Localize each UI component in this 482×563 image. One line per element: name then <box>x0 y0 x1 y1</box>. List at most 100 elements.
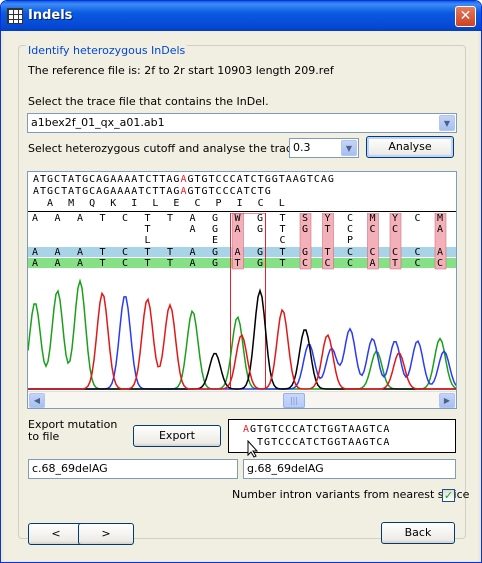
base-call-row4: G <box>302 247 308 258</box>
base-call-row5: C <box>415 258 421 269</box>
sample-seq-end: GTGTCCCATCTG <box>187 186 272 197</box>
base-call-row1: C <box>347 213 353 224</box>
base-call-row4: A <box>55 247 61 258</box>
window-title: Indels <box>28 8 73 23</box>
base-call-row5: T <box>145 258 151 269</box>
previous-button[interactable]: < <box>28 523 84 545</box>
base-call-row4: T <box>145 247 151 258</box>
base-call-row2: A <box>437 224 443 235</box>
base-call-row1: A <box>190 213 196 224</box>
export-button[interactable]: Export <box>133 425 221 447</box>
cutoff-label: Select heterozygous cutoff and analyse t… <box>28 142 323 155</box>
title-bar: Indels ✕ <box>1 1 481 31</box>
base-call-row2: G <box>302 224 308 235</box>
base-call-row5: T <box>100 258 106 269</box>
base-call-row2: G <box>257 224 263 235</box>
mutation-seq-rest: GTGTCCCATCTGGTAAGTCA <box>250 424 391 435</box>
base-call-row4: G <box>257 247 263 258</box>
base-call-row5: G <box>257 258 263 269</box>
base-call-row3: P <box>347 235 353 246</box>
base-call-row1: G <box>257 213 263 224</box>
mouse-pointer-icon <box>247 440 259 458</box>
base-call-row2: T <box>325 224 331 235</box>
indels-window: Indels ✕ Identify heterozygous InDels Th… <box>0 0 482 563</box>
base-call-row4: A <box>32 247 38 258</box>
base-call-row5: A <box>370 258 376 269</box>
base-call-row4: T <box>280 247 286 258</box>
base-call-row5: T <box>392 258 398 269</box>
base-call-row4: A <box>77 247 83 258</box>
trace-plot: AAAAAAAAATTTCCCTTLTTTTTAAAAGGEGGWAATGGGG… <box>28 212 456 390</box>
g-notation-field[interactable]: g.68_69delAG <box>243 459 456 479</box>
next-button[interactable]: > <box>78 523 134 545</box>
chromatogram-viewer[interactable]: ATGCTATGCAGAAAATCTTAGAGTGTCCCATCTGGTAAGT… <box>27 171 457 409</box>
translation-line: A M Q K I L E C P I C L <box>33 198 286 209</box>
base-call-row4: C <box>415 247 421 258</box>
intron-label: Number intron variants from nearest spli… <box>232 488 470 501</box>
base-call-row4: A <box>235 247 241 258</box>
chevron-down-icon[interactable]: ▼ <box>341 140 357 156</box>
base-call-row5: C <box>302 258 308 269</box>
base-call-row4: C <box>392 247 398 258</box>
base-call-row5: A <box>55 258 61 269</box>
base-call-row4: T <box>100 247 106 258</box>
trace-file-value: a1bex2f_01_qx_a01.ab1 <box>31 116 165 129</box>
analyse-button[interactable]: Analyse <box>366 136 454 158</box>
scroll-left-icon[interactable]: ◀ <box>29 393 45 408</box>
base-call-row1: C <box>415 213 421 224</box>
trace-select-label: Select the trace file that contains the … <box>28 95 269 108</box>
trace-file-dropdown[interactable]: a1bex2f_01_qx_a01.ab1 ▼ <box>27 113 457 133</box>
base-call-row3: C <box>280 235 286 246</box>
base-call-row1: T <box>145 213 151 224</box>
mutation-mark: A <box>243 424 251 435</box>
base-call-row2: G <box>212 224 218 235</box>
sample-seq-start: ATGCTATGCAGAAAATCTTAG <box>33 186 181 197</box>
base-call-row5: T <box>167 258 173 269</box>
sample-sequence: ATGCTATGCAGAAAATCTTAGAGTGTCCCATCTG <box>33 186 272 197</box>
sequence-header: ATGCTATGCAGAAAATCTTAGAGTGTCCCATCTGGTAAGT… <box>28 172 456 212</box>
ref-seq-end: GTGTCCCATCTGGTAAGTCAG <box>187 174 335 185</box>
base-call-row5: C <box>122 258 128 269</box>
base-call-row1: T <box>167 213 173 224</box>
base-call-row1: T <box>100 213 106 224</box>
back-button[interactable]: Back <box>381 522 455 544</box>
base-call-row2: A <box>190 224 196 235</box>
base-call-row4: C <box>370 247 376 258</box>
base-call-row1: M <box>437 213 443 224</box>
base-call-row1: T <box>280 213 286 224</box>
trace-area: AAAAAAAAATTTCCCTTLTTTTTAAAAGGEGGWAATGGGG… <box>28 212 456 391</box>
base-call-row2: C <box>392 224 398 235</box>
base-call-row1: G <box>212 213 218 224</box>
base-call-row2: T <box>145 224 151 235</box>
base-call-row4: A <box>437 247 443 258</box>
base-call-row1: W <box>235 213 242 224</box>
c-notation-field[interactable]: c.68_69delAG <box>28 459 238 479</box>
base-call-row3: E <box>212 235 218 246</box>
base-call-row1: M <box>370 213 376 224</box>
base-call-row2: A <box>235 224 241 235</box>
intron-checkbox[interactable]: ✓ <box>442 489 455 502</box>
reference-file-text: The reference file is: 2f to 2r start 10… <box>28 64 334 77</box>
base-call-row1: A <box>32 213 38 224</box>
group-title: Identify heterozygous InDels <box>26 44 188 57</box>
scroll-thumb[interactable]: ||| <box>283 393 305 408</box>
chevron-down-icon[interactable]: ▼ <box>439 115 455 131</box>
base-call-row5: A <box>77 258 83 269</box>
base-call-row1: A <box>55 213 61 224</box>
base-call-row4: C <box>347 247 353 258</box>
base-call-row1: Y <box>392 213 398 224</box>
base-call-row2: T <box>280 224 286 235</box>
grid-app-icon <box>7 8 23 24</box>
base-call-row5: C <box>437 258 443 269</box>
scroll-right-icon[interactable]: ▶ <box>439 393 455 408</box>
horizontal-scrollbar[interactable]: ◀ ||| ▶ <box>28 391 456 408</box>
cutoff-dropdown[interactable]: 0.3 ▼ <box>289 138 359 158</box>
base-call-row4: T <box>167 247 173 258</box>
base-call-row4: A <box>190 247 196 258</box>
base-call-row1: Y <box>325 213 331 224</box>
base-call-row5: A <box>32 258 38 269</box>
base-call-row5: C <box>347 258 353 269</box>
reference-sequence: ATGCTATGCAGAAAATCTTAGAGTGTCCCATCTGGTAAGT… <box>33 174 335 185</box>
ref-seq-start: ATGCTATGCAGAAAATCTTAG <box>33 174 181 185</box>
close-button[interactable]: ✕ <box>455 6 476 27</box>
